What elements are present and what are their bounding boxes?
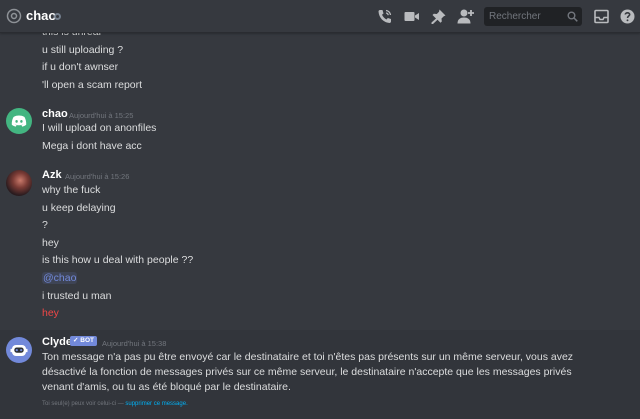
search-placeholder: Rechercher (489, 11, 541, 22)
search-icon (567, 11, 578, 22)
message-line: hey (42, 307, 59, 319)
avatar[interactable] (6, 108, 32, 134)
bot-badge: ✓ BOT (70, 336, 97, 346)
timestamp: Aujourd'hui à 15:25 (69, 111, 134, 120)
search-input[interactable]: Rechercher (484, 7, 582, 26)
pin-icon[interactable] (430, 8, 447, 25)
inbox-icon[interactable] (593, 8, 610, 25)
message-line: ? (42, 219, 48, 231)
avatar[interactable] (6, 170, 32, 196)
help-icon[interactable] (619, 8, 636, 25)
call-icon[interactable] (376, 8, 393, 25)
message-line: u keep delaying (42, 202, 116, 214)
username[interactable]: chao (42, 108, 68, 121)
message-line: why the fuck (42, 184, 101, 196)
ephemeral-note-text: Toi seul(e) peux voir celui-ci — (42, 401, 124, 407)
clyde-robot-icon (10, 345, 28, 356)
message-line: u still uploading ? (42, 44, 124, 56)
timestamp: Aujourd'hui à 15:26 (65, 172, 130, 181)
avatar[interactable] (6, 337, 32, 363)
ephemeral-note: Toi seul(e) peux voir celui-ci — supprim… (42, 400, 188, 409)
message-line: Mega i dont have acc (42, 140, 142, 152)
user-mention[interactable]: @chao (42, 272, 78, 284)
message-line: I will upload on anonfiles (42, 122, 157, 134)
message-line: i trusted u man (42, 290, 112, 302)
message-line: Ton message n'a pas pu être envoyé car l… (42, 351, 574, 393)
channel-title: chao (26, 8, 57, 23)
timestamp: Aujourd'hui à 15:38 (102, 339, 167, 348)
add-friend-icon[interactable] (457, 8, 474, 25)
video-icon[interactable] (403, 8, 420, 25)
channel-header: chao Rechercher (0, 0, 640, 33)
username[interactable]: Azk (42, 169, 62, 182)
message-line: if u don't awnser (42, 61, 119, 73)
message-line: hey (42, 237, 59, 249)
delete-message-link[interactable]: supprimer ce message. (125, 401, 187, 407)
message-line: 'll open a scam report (42, 79, 143, 91)
username[interactable]: Clyde (42, 336, 72, 349)
message-line: @chao (42, 272, 78, 285)
discord-logo-icon (11, 115, 27, 127)
message-line: is this how u deal with people ?? (42, 254, 194, 266)
at-icon (6, 8, 22, 24)
status-icon (54, 13, 61, 20)
